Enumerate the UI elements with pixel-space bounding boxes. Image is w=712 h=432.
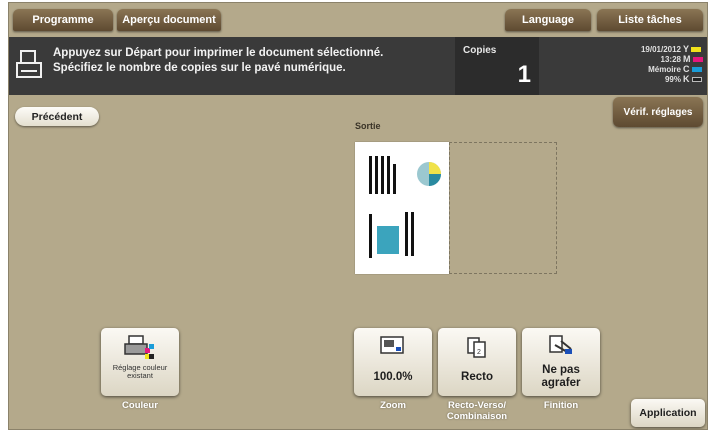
couleur-caption: Couleur xyxy=(122,400,158,411)
couleur-button[interactable]: Réglage couleur existant xyxy=(101,328,179,396)
toner-label: K xyxy=(683,74,690,84)
recto-caption-line-1: Recto-Verso/ xyxy=(447,400,507,411)
toner-label: Y xyxy=(683,44,690,54)
recto-caption: Recto-Verso/ Combinaison xyxy=(431,400,523,422)
couleur-setting-text: Réglage couleur existant xyxy=(112,363,168,380)
staple-icon xyxy=(549,335,572,354)
application-button[interactable]: Application xyxy=(631,399,705,427)
finition-button[interactable]: Ne pas agrafer xyxy=(522,328,600,396)
message-bar: Appuyez sur Départ pour imprimer le docu… xyxy=(9,37,707,95)
copies-value: 1 xyxy=(517,61,531,88)
svg-text:2: 2 xyxy=(477,349,481,356)
finition-value-line-1: Ne pas xyxy=(542,364,580,376)
finition-value: Ne pas agrafer xyxy=(522,364,600,390)
toner-levels: Y M C K xyxy=(683,44,703,84)
tab-apercu-document[interactable]: Aperçu document xyxy=(117,9,221,31)
toner-label: C xyxy=(683,64,690,74)
zoom-caption: Zoom xyxy=(380,400,406,411)
status-info: 19/01/2012 13:28 Mémoire 99% xyxy=(641,45,681,85)
preview-blank-page xyxy=(449,142,557,274)
zoom-icon xyxy=(380,336,404,354)
printer-icon xyxy=(16,50,42,78)
tab-liste-taches[interactable]: Liste tâches xyxy=(597,9,703,31)
tab-language[interactable]: Language xyxy=(505,9,591,31)
tab-programme[interactable]: Programme xyxy=(13,9,113,31)
toner-row-y: Y xyxy=(683,44,703,54)
precedent-button[interactable]: Précédent xyxy=(15,107,99,126)
color-printer-icon xyxy=(124,335,154,359)
toner-row-m: M xyxy=(683,54,703,64)
toner-bar-black xyxy=(691,76,702,82)
verif-reglages-button[interactable]: Vérif. réglages xyxy=(613,97,703,127)
duplex-icon: 2 xyxy=(467,337,486,358)
toner-bar-yellow xyxy=(691,46,702,52)
output-preview-page xyxy=(355,142,449,274)
toner-row-k: K xyxy=(683,74,703,84)
status-message: Appuyez sur Départ pour imprimer le docu… xyxy=(53,46,383,76)
finition-caption: Finition xyxy=(543,400,579,411)
recto-caption-line-2: Combinaison xyxy=(446,411,508,422)
preview-label: Sortie xyxy=(355,121,381,131)
document-thumbnail xyxy=(369,156,441,258)
toner-bar-magenta xyxy=(692,56,703,62)
message-line-1: Appuyez sur Départ pour imprimer le docu… xyxy=(53,47,384,59)
zoom-button[interactable]: 100.0% xyxy=(354,328,432,396)
message-line-2: Spécifiez le nombre de copies sur le pav… xyxy=(53,62,346,74)
toner-row-c: C xyxy=(683,64,703,74)
copies-label: Copies xyxy=(463,45,497,56)
date-text: 19/01/2012 xyxy=(640,45,681,54)
copier-control-panel: Programme Aperçu document Language Liste… xyxy=(8,2,708,430)
time-text: 13:28 xyxy=(660,55,681,64)
recto-button[interactable]: 2 Recto xyxy=(438,328,516,396)
memory-value: 99% xyxy=(664,75,681,84)
finition-value-line-2: agrafer xyxy=(541,377,581,389)
toner-label: M xyxy=(683,54,691,64)
copies-display: Copies 1 xyxy=(455,37,539,95)
memory-label: Mémoire xyxy=(648,65,681,74)
zoom-value: 100.0% xyxy=(373,371,413,383)
recto-value: Recto xyxy=(461,371,493,383)
toner-bar-cyan xyxy=(691,66,702,72)
